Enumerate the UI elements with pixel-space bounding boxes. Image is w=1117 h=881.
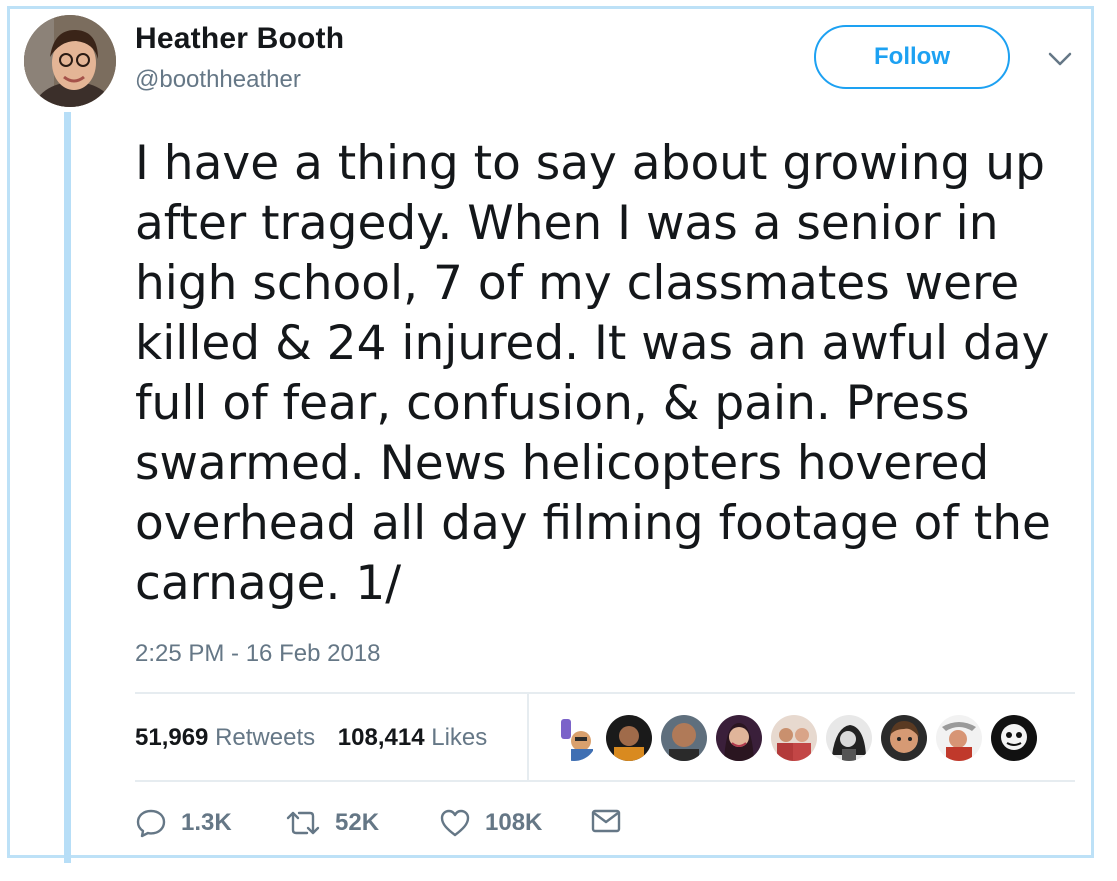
- liker-avatar[interactable]: [881, 715, 927, 761]
- retweets-count: 51,969: [135, 724, 209, 751]
- likes-label: Likes: [431, 724, 488, 751]
- direct-message-icon: [591, 808, 621, 834]
- likes-stat[interactable]: 108,414 Likes: [338, 724, 487, 751]
- stats-top-divider: [135, 692, 1075, 694]
- liker-avatar[interactable]: [606, 715, 652, 761]
- liker-avatar[interactable]: [991, 715, 1037, 761]
- liker-avatar[interactable]: [936, 715, 982, 761]
- heart-icon: [439, 808, 471, 838]
- liker-avatar[interactable]: [826, 715, 872, 761]
- likes-count: 108,414: [337, 724, 425, 751]
- follow-button[interactable]: Follow: [814, 25, 1010, 89]
- stats-vertical-divider: [527, 694, 529, 780]
- retweet-button[interactable]: 52K: [285, 808, 379, 838]
- author-name[interactable]: Heather Booth: [135, 22, 344, 56]
- engagement-stats: 51,969 Retweets 108,414 Likes: [135, 724, 503, 752]
- reply-button[interactable]: 1.3K: [135, 808, 232, 838]
- liker-avatar[interactable]: [661, 715, 707, 761]
- reply-count: 1.3K: [181, 809, 232, 836]
- retweet-count: 52K: [335, 809, 380, 836]
- retweets-label: Retweets: [215, 724, 316, 751]
- stats-bottom-divider: [135, 780, 1075, 782]
- chevron-down-icon[interactable]: [1044, 48, 1076, 70]
- liker-avatar[interactable]: [716, 715, 762, 761]
- reply-icon: [135, 808, 167, 838]
- retweet-icon: [285, 808, 321, 838]
- liker-avatar[interactable]: [551, 715, 597, 761]
- tweet-text: I have a thing to say about growing up a…: [135, 136, 1051, 611]
- thread-line: [64, 112, 71, 863]
- retweets-stat[interactable]: 51,969 Retweets: [135, 724, 315, 751]
- like-button[interactable]: 108K: [439, 808, 542, 838]
- liker-avatar[interactable]: [771, 715, 817, 761]
- tweet-timestamp[interactable]: 2:25 PM - 16 Feb 2018: [135, 640, 380, 668]
- author-handle[interactable]: @boothheather: [135, 66, 301, 94]
- direct-message-button[interactable]: [591, 808, 621, 834]
- like-count: 108K: [485, 809, 543, 836]
- author-avatar[interactable]: [24, 15, 116, 107]
